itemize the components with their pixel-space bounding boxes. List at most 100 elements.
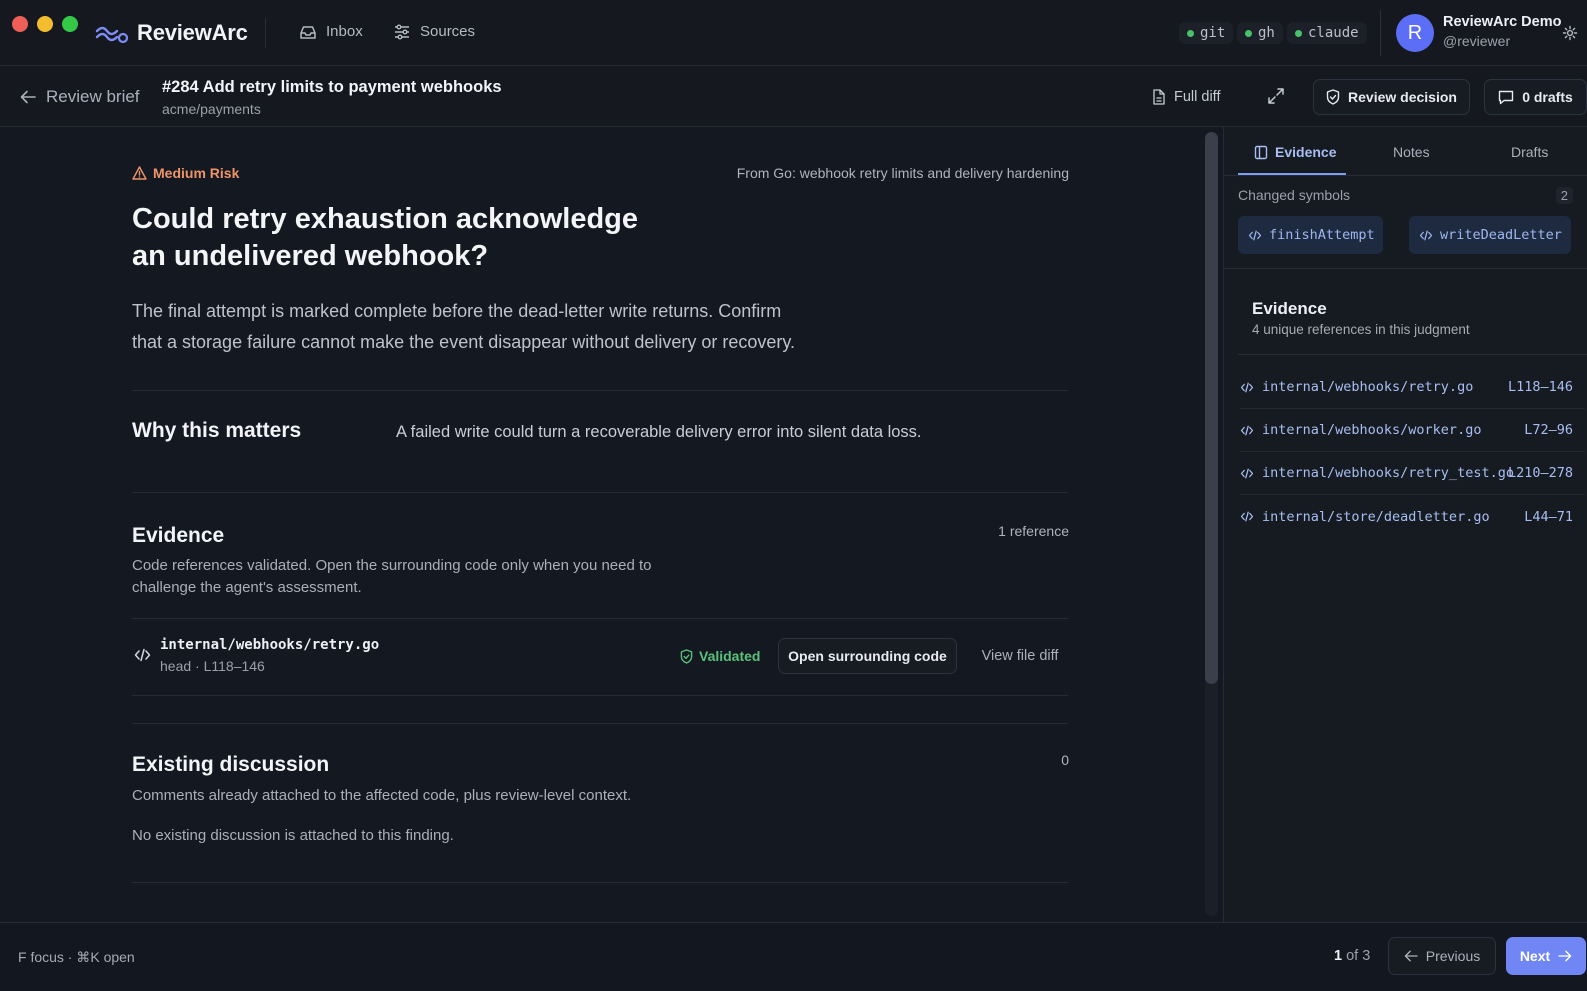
app-logo[interactable]: ReviewArc xyxy=(95,20,248,46)
divider xyxy=(132,723,1068,724)
panel-evidence-subtitle: 4 unique references in this judgment xyxy=(1252,322,1470,337)
changed-symbols-count: 2 xyxy=(1555,187,1573,204)
ref-path: internal/webhooks/retry.go xyxy=(1262,379,1474,395)
tab-notes[interactable]: Notes xyxy=(1393,144,1430,160)
finding-title-line: Could retry exhaustion acknowledge xyxy=(132,203,638,235)
full-diff-button[interactable]: Full diff xyxy=(1152,83,1220,111)
user-menu[interactable]: ReviewArc Demo @reviewer xyxy=(1443,14,1561,49)
keyboard-hint: F focus · ⌘K open xyxy=(18,949,135,965)
evidence-ref-item[interactable]: internal/webhooks/retry.go L118–146 xyxy=(1240,366,1585,409)
arrow-left-icon xyxy=(20,90,36,104)
divider xyxy=(1238,354,1587,355)
warning-icon xyxy=(132,166,147,180)
ref-path: internal/store/deadletter.go xyxy=(1262,508,1490,525)
description-line: Code references validated. Open the surr… xyxy=(132,557,652,574)
code-icon xyxy=(1248,230,1262,241)
divider xyxy=(132,390,1068,391)
risk-badge: Medium Risk xyxy=(132,165,239,181)
code-icon xyxy=(1419,230,1433,241)
panel-evidence-title: Evidence xyxy=(1252,299,1327,318)
expand-icon[interactable] xyxy=(1267,87,1285,105)
finding-source: From Go: webhook retry limits and delive… xyxy=(736,165,1069,181)
changed-symbols-label: Changed symbols xyxy=(1238,187,1351,203)
shield-check-icon xyxy=(1326,89,1340,105)
evidence-ref-item[interactable]: internal/store/deadletter.go L44–71 xyxy=(1240,495,1585,538)
evidence-meta: head · L118–146 xyxy=(160,658,265,674)
discussion-heading: Existing discussion xyxy=(132,753,330,776)
open-surrounding-code-button[interactable]: Open surrounding code xyxy=(778,638,957,674)
risk-label: Medium Risk xyxy=(153,165,240,181)
symbol-chip-finish-attempt[interactable]: finishAttempt xyxy=(1238,216,1383,254)
divider xyxy=(132,882,1068,883)
tool-label: git xyxy=(1200,25,1226,41)
nav-inbox-label: Inbox xyxy=(326,23,363,40)
back-to-review-brief[interactable]: Review brief xyxy=(20,87,140,107)
previous-button[interactable]: Previous xyxy=(1388,937,1496,975)
minimize-window-button[interactable] xyxy=(37,16,53,32)
nav-sources-label: Sources xyxy=(420,23,476,40)
validated-badge: Validated xyxy=(680,648,760,664)
shield-check-icon xyxy=(680,648,693,664)
drafts-button[interactable]: 0 drafts xyxy=(1484,79,1587,115)
next-button[interactable]: Next xyxy=(1506,937,1586,975)
tool-status-gh[interactable]: gh xyxy=(1237,22,1283,44)
nav-sources[interactable]: Sources xyxy=(393,23,475,40)
app-name: ReviewArc xyxy=(137,20,248,45)
tab-label: Drafts xyxy=(1511,144,1549,160)
avatar[interactable]: R xyxy=(1396,14,1434,52)
divider xyxy=(1224,175,1587,176)
tool-status-git[interactable]: git xyxy=(1179,22,1234,44)
finding-detail: Medium Risk From Go: webhook retry limit… xyxy=(0,127,1222,922)
user-handle: @reviewer xyxy=(1443,33,1511,49)
code-icon xyxy=(1240,511,1254,522)
arrow-right-icon xyxy=(1558,950,1572,962)
evidence-description: Code references validated. Open the surr… xyxy=(132,555,652,599)
divider xyxy=(1380,10,1381,56)
finding-title-line: an undelivered webhook? xyxy=(132,240,489,272)
footer-bar: F focus · ⌘K open 1 of 3 Previous Next xyxy=(0,922,1587,991)
title-bar: ReviewArc Inbox Sources git gh claude R … xyxy=(0,0,1587,66)
gear-icon[interactable] xyxy=(1562,25,1578,41)
page-total: of 3 xyxy=(1346,948,1371,964)
status-dot xyxy=(1245,29,1252,37)
file-icon xyxy=(1152,89,1166,105)
validated-label: Validated xyxy=(699,648,761,664)
finding-title: Could retry exhaustion acknowledge an un… xyxy=(132,201,638,275)
ref-lines: L118–146 xyxy=(1507,379,1573,395)
divider xyxy=(265,18,266,48)
evidence-ref-item[interactable]: internal/webhooks/worker.go L72–96 xyxy=(1240,409,1585,452)
panel-icon xyxy=(1254,145,1268,160)
finding-description: The final attempt is marked complete bef… xyxy=(132,296,795,358)
full-diff-label: Full diff xyxy=(1174,89,1221,105)
evidence-item: internal/webhooks/retry.go head · L118–1… xyxy=(132,619,1068,695)
review-decision-label: Review decision xyxy=(1348,89,1457,105)
tab-drafts[interactable]: Drafts xyxy=(1511,144,1548,160)
why-text: A failed write could turn a recoverable … xyxy=(396,423,922,441)
tool-label: claude xyxy=(1308,25,1359,41)
evidence-count: 1 reference xyxy=(998,523,1069,539)
discussion-count: 0 xyxy=(1061,752,1069,768)
view-file-diff-button[interactable]: View file diff xyxy=(972,638,1068,674)
tool-status-claude[interactable]: claude xyxy=(1287,22,1367,44)
ref-path: internal/webhooks/retry_test.go xyxy=(1262,465,1514,481)
evidence-ref-item[interactable]: internal/webhooks/retry_test.go L210–278 xyxy=(1240,452,1585,495)
scrollbar-thumb[interactable] xyxy=(1205,132,1218,684)
code-icon xyxy=(1240,468,1254,479)
sliders-icon xyxy=(393,24,411,40)
symbol-chip-write-dead-letter[interactable]: writeDeadLetter xyxy=(1409,216,1571,254)
close-window-button[interactable] xyxy=(12,16,28,32)
evidence-path[interactable]: internal/webhooks/retry.go xyxy=(160,637,379,653)
previous-label: Previous xyxy=(1425,948,1481,964)
symbol-name: writeDeadLetter xyxy=(1440,227,1562,243)
maximize-window-button[interactable] xyxy=(62,16,78,32)
review-decision-button[interactable]: Review decision xyxy=(1313,79,1470,115)
next-label: Next xyxy=(1519,948,1551,964)
tab-evidence[interactable]: Evidence xyxy=(1254,144,1336,160)
pr-title: #284 Add retry limits to payment webhook… xyxy=(162,78,502,96)
symbol-name: finishAttempt xyxy=(1269,227,1375,243)
divider xyxy=(132,695,1068,696)
inbox-icon xyxy=(299,24,317,40)
status-dot xyxy=(1295,29,1302,37)
status-dot xyxy=(1187,29,1194,37)
nav-inbox[interactable]: Inbox xyxy=(299,23,363,40)
